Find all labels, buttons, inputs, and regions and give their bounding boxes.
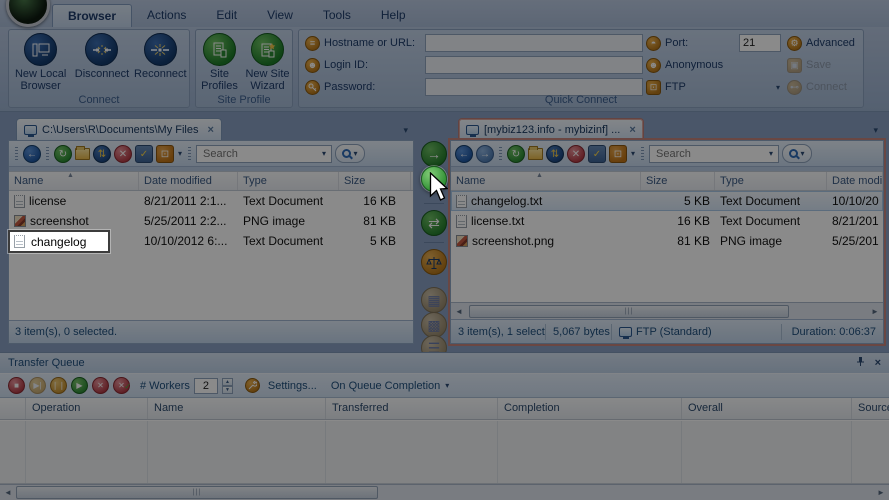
rename-edit-box[interactable] [8,230,110,253]
text-document-icon [14,235,25,248]
tutorial-dim-overlay [0,0,889,500]
rename-input[interactable] [29,233,99,250]
mouse-cursor [429,172,448,201]
ftp-client-window: Browser Actions Edit View Tools Help New… [0,0,889,500]
